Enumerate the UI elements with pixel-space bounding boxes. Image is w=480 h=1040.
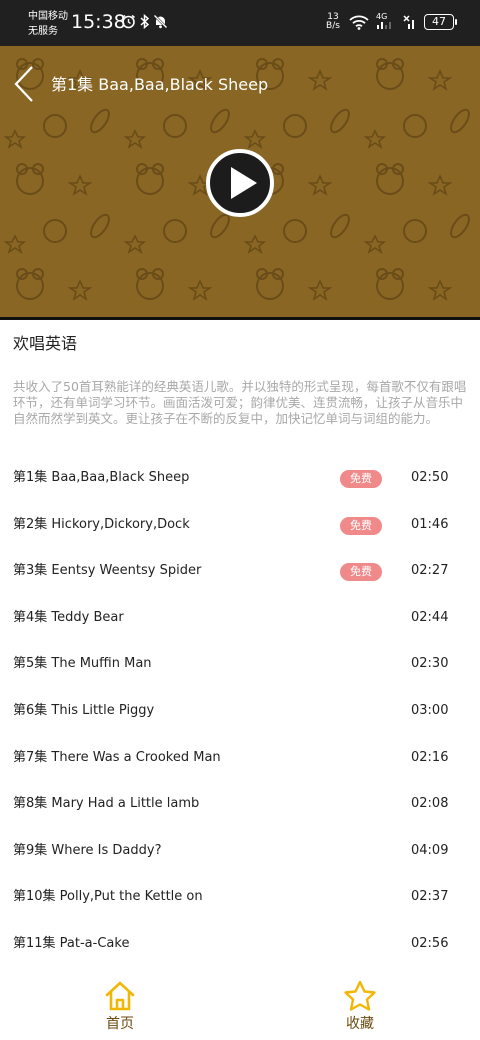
episode-item[interactable]: 第9集 Where Is Daddy? 04:09 bbox=[0, 829, 480, 876]
net-speed-unit: B/s bbox=[326, 21, 340, 31]
battery-indicator: 47 bbox=[424, 14, 457, 30]
nav-favorites-label: 收藏 bbox=[346, 1016, 374, 1032]
episode-list: 第1集 Baa,Baa,Black Sheep 免费 02:50 第2集 Hickor… bbox=[0, 456, 480, 969]
status-time: 15:38 bbox=[71, 11, 126, 33]
episode-duration: 04:09 bbox=[411, 842, 449, 858]
episode-item[interactable]: 第3集 Eentsy Weentsy Spider 免费 02:27 bbox=[0, 549, 480, 596]
nav-home-label: 首页 bbox=[106, 1016, 134, 1032]
home-icon bbox=[105, 981, 135, 1011]
episode-title: 第3集 Eentsy Weentsy Spider bbox=[13, 563, 202, 579]
episode-duration: 02:27 bbox=[411, 563, 449, 579]
episode-item[interactable]: 第6集 This Little Piggy 03:00 bbox=[0, 689, 480, 736]
episode-duration: 02:08 bbox=[411, 796, 449, 812]
video-player[interactable]: 第1集 Baa,Baa,Black Sheep bbox=[0, 46, 480, 319]
video-divider bbox=[0, 317, 480, 320]
episode-title: 第8集 Mary Had a Little lamb bbox=[13, 796, 200, 812]
chevron-left-icon bbox=[14, 66, 33, 102]
episode-duration: 01:46 bbox=[411, 516, 449, 532]
carrier-info: 中国移动 无服务 bbox=[28, 9, 68, 39]
status-icons-left bbox=[121, 14, 168, 29]
episode-item[interactable]: 第11集 Pat-a-Cake 02:56 bbox=[0, 922, 480, 969]
bottom-nav: 首页 收藏 bbox=[0, 976, 480, 1040]
album-description: 共收入了50首耳熟能详的经典英语儿歌。并以独特的形式呈现，每首歌不仅有跟唱环节，… bbox=[13, 379, 467, 426]
alarm-icon bbox=[122, 14, 135, 29]
episode-duration: 02:50 bbox=[411, 470, 449, 485]
nav-favorites[interactable]: 收藏 bbox=[320, 980, 400, 1038]
episode-item[interactable]: 第5集 The Muffin Man 02:30 bbox=[0, 642, 480, 689]
no-signal-icon bbox=[403, 14, 414, 29]
back-button[interactable] bbox=[10, 64, 40, 104]
album-title: 欢唱英语 bbox=[13, 334, 78, 353]
mobile-signal: 4G bbox=[376, 12, 396, 30]
episode-title: 第5集 The Muffin Man bbox=[13, 656, 152, 672]
episode-duration: 02:44 bbox=[411, 609, 449, 625]
episode-duration: 03:00 bbox=[411, 702, 449, 718]
free-badge: 免费 bbox=[340, 516, 382, 535]
episode-item[interactable]: 第4集 Teddy Bear 02:44 bbox=[0, 596, 480, 643]
service-status: 无服务 bbox=[28, 26, 58, 37]
episode-item[interactable]: 第1集 Baa,Baa,Black Sheep 免费 02:50 bbox=[0, 456, 480, 503]
episode-item[interactable]: 第8集 Mary Had a Little lamb 02:08 bbox=[0, 782, 480, 829]
star-icon bbox=[344, 980, 376, 1011]
episode-duration: 02:37 bbox=[411, 889, 449, 905]
episode-item[interactable]: 第7集 There Was a Crooked Man 02:16 bbox=[0, 736, 480, 783]
episode-item[interactable]: 第2集 Hickory,Dickory,Dock 免费 01:46 bbox=[0, 503, 480, 550]
episode-title: 第7集 There Was a Crooked Man bbox=[13, 749, 221, 765]
wifi-icon bbox=[349, 15, 369, 30]
status-icons-right: 13 B/s 4G 47 bbox=[324, 12, 457, 31]
signal-bars-icon bbox=[377, 21, 391, 29]
video-title: 第1集 Baa,Baa,Black Sheep bbox=[51, 75, 269, 94]
episode-duration: 02:56 bbox=[411, 935, 449, 951]
episode-title: 第6集 This Little Piggy bbox=[13, 702, 155, 718]
episode-item[interactable]: 第10集 Polly,Put the Kettle on 02:37 bbox=[0, 875, 480, 922]
mute-bell-icon bbox=[153, 14, 168, 29]
free-badge: 免费 bbox=[340, 470, 382, 488]
episode-title: 第9集 Where Is Daddy? bbox=[13, 842, 162, 858]
episode-duration: 02:16 bbox=[411, 749, 449, 765]
play-button[interactable] bbox=[206, 149, 274, 217]
play-icon bbox=[231, 167, 257, 199]
episode-title: 第1集 Baa,Baa,Black Sheep bbox=[13, 470, 190, 485]
bluetooth-icon bbox=[140, 14, 150, 29]
episode-title: 第4集 Teddy Bear bbox=[13, 609, 124, 625]
episode-duration: 02:30 bbox=[411, 656, 449, 672]
nav-home[interactable]: 首页 bbox=[80, 980, 160, 1038]
net-speed: 13 B/s bbox=[324, 13, 342, 31]
status-bar: 中国移动 无服务 15:38 13 B/s 4G 47 bbox=[0, 0, 480, 46]
episode-title: 第10集 Polly,Put the Kettle on bbox=[13, 889, 203, 905]
episode-title: 第11集 Pat-a-Cake bbox=[13, 935, 130, 951]
carrier-name: 中国移动 bbox=[28, 11, 68, 22]
free-badge: 免费 bbox=[340, 563, 382, 582]
episode-title: 第2集 Hickory,Dickory,Dock bbox=[13, 516, 190, 532]
